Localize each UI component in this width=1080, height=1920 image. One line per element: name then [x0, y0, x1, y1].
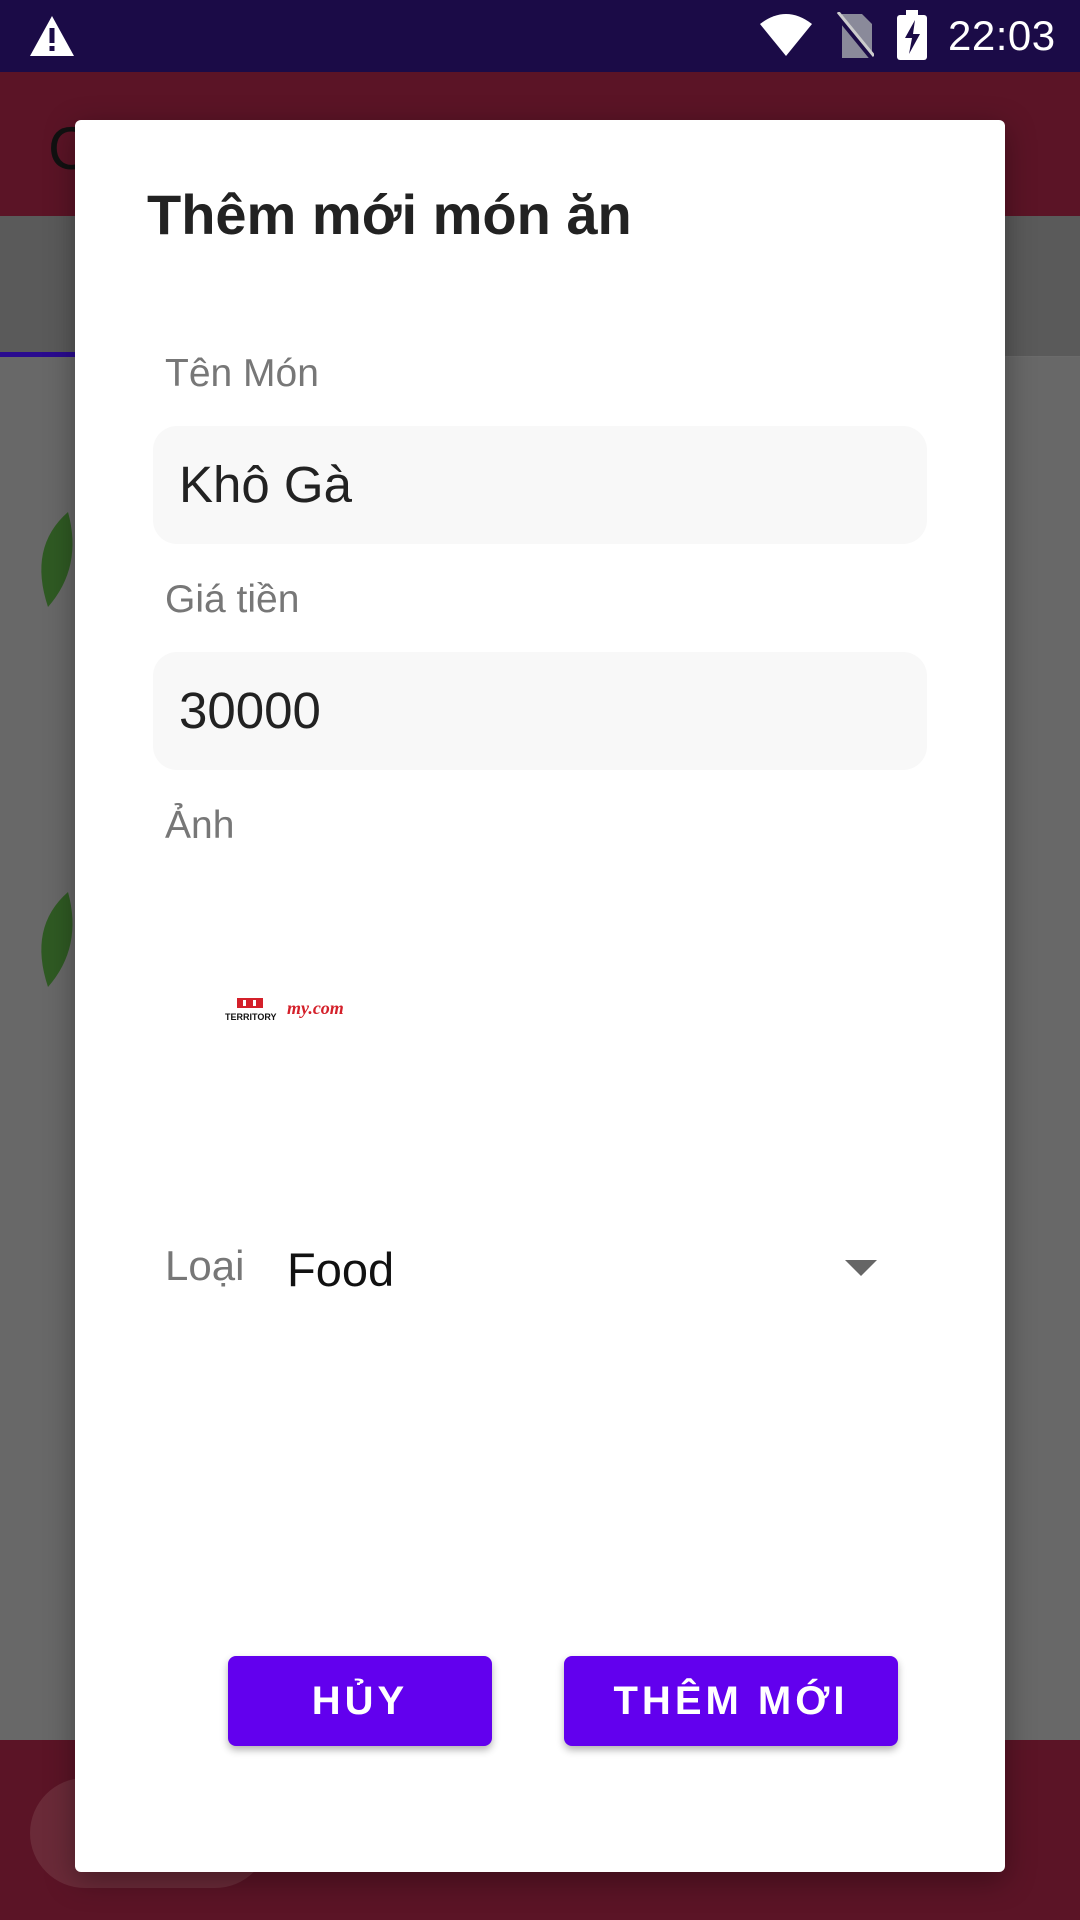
price-label: Giá tiền [165, 578, 300, 621]
food-image-logo: TERRITORY my.com [225, 998, 344, 1022]
svg-text:my.com: my.com [287, 998, 344, 1018]
status-time: 22:03 [948, 12, 1056, 59]
dropdown-arrow-icon [845, 1260, 877, 1276]
add-button[interactable]: THÊM MỚI [564, 1656, 898, 1746]
warning-icon [30, 16, 74, 56]
image-label: Ảnh [165, 804, 235, 847]
battery-charging-icon [897, 10, 927, 60]
add-food-dialog: Thêm mới món ăn Tên Món Khô Gà Giá tiền … [75, 120, 1005, 1872]
type-select[interactable]: Food [287, 1220, 967, 1310]
dialog-title: Thêm mới món ăn [147, 183, 632, 246]
status-bar: 22:03 [0, 0, 1080, 72]
cancel-button[interactable]: HỦY [228, 1656, 492, 1746]
food-image[interactable]: TERRITORY my.com [225, 996, 365, 1036]
no-sim-icon [834, 12, 874, 60]
name-input[interactable]: Khô Gà [153, 426, 927, 544]
type-select-value: Food [287, 1243, 395, 1296]
svg-text:TERRITORY: TERRITORY [225, 1012, 277, 1022]
wifi-icon [760, 14, 812, 56]
price-input[interactable]: 30000 [153, 652, 927, 770]
name-label: Tên Món [165, 352, 319, 395]
type-label: Loại [165, 1242, 245, 1289]
